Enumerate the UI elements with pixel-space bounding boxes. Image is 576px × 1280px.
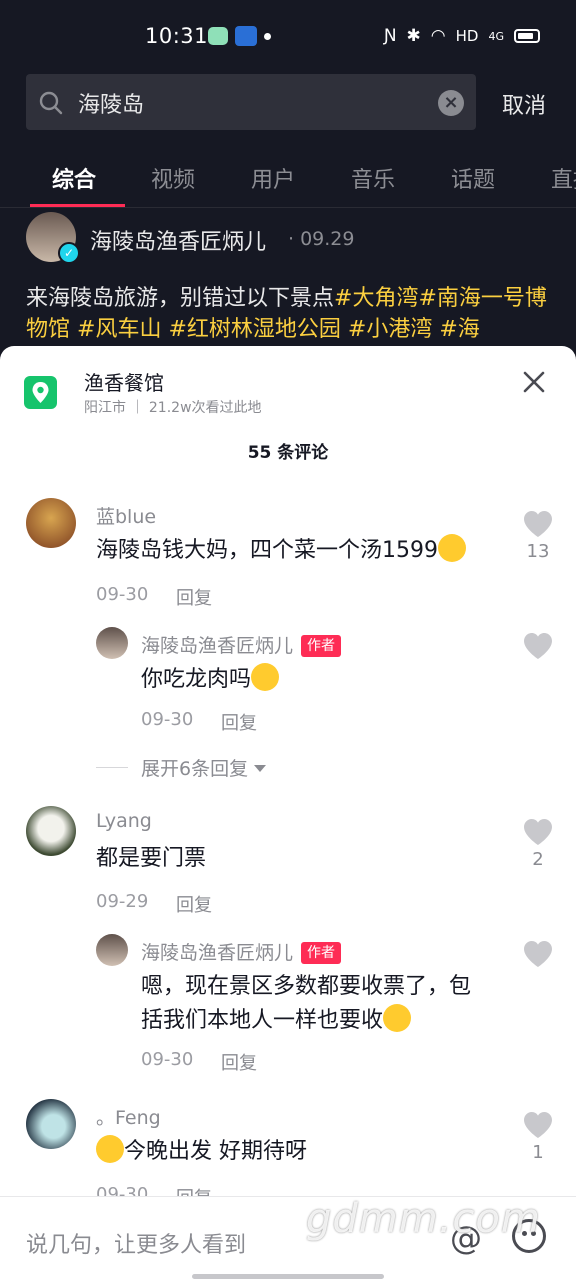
hd-label: HD (455, 27, 479, 45)
like-heart-icon[interactable] (523, 940, 553, 968)
search-query: 海陵岛 (78, 93, 145, 118)
reply-button[interactable]: 回复 (176, 891, 212, 917)
reply-button[interactable]: 回复 (176, 584, 212, 610)
comment-sheet: 渔香餐馆 阳江市 ｜ 21.2w次看过此地 55 条评论 蓝blue 海陵岛钱大… (0, 346, 576, 1280)
tab-music[interactable]: 音乐 (351, 162, 395, 194)
nfc-icon: Ɲ (383, 26, 397, 46)
reply-button[interactable]: 回复 (221, 1049, 257, 1075)
like-count: 13 (526, 541, 550, 562)
verified-icon: ✓ (58, 242, 80, 264)
avatar[interactable]: ✓ (26, 212, 80, 264)
comment-date: 09-30 (96, 584, 149, 605)
divider (96, 767, 128, 768)
author-badge: 作者 (301, 942, 342, 964)
post-caption[interactable]: 来海陵岛旅游，别错过以下景点#大角湾#南海一号博物馆 #风车山 #红树林湿地公园… (26, 283, 552, 345)
comment-text[interactable]: 海陵岛钱大妈，四个菜一个汤1599 (96, 534, 466, 568)
hashtag[interactable]: #大角湾 (334, 286, 418, 311)
location-title[interactable]: 渔香餐馆 (84, 367, 164, 396)
comment-author[interactable]: 。Feng (96, 1103, 161, 1130)
comment-date: 09-29 (96, 891, 149, 912)
tab-videos[interactable]: 视频 (151, 162, 195, 194)
comment-text[interactable]: 你吃龙肉吗 (141, 663, 280, 697)
comment-text[interactable]: 都是要门票 (96, 842, 206, 876)
bluetooth-icon: ✱ (406, 26, 421, 46)
watermark: gdmm.com (306, 1196, 541, 1242)
comment-date: 09-30 (141, 709, 194, 730)
app-notification-icon-2 (235, 26, 257, 46)
like-heart-icon[interactable] (523, 1111, 553, 1139)
hashtag[interactable]: #红树林湿地公园 (168, 317, 340, 342)
comment-author[interactable]: 蓝blue (96, 502, 156, 529)
comment-text[interactable]: 嗯，现在景区多数都要收票了，包 括我们本地人一样也要收 (141, 970, 471, 1038)
tab-users[interactable]: 用户 (251, 162, 295, 194)
comment-author[interactable]: 海陵岛渔香匠炳儿 作者 (141, 631, 342, 658)
cancel-button[interactable]: 取消 (502, 88, 546, 120)
hashtag[interactable]: #小港湾 (348, 317, 432, 342)
location-subtitle: 阳江市 ｜ 21.2w次看过此地 (84, 400, 262, 416)
home-indicator (192, 1274, 384, 1279)
post-date: · 09.29 (288, 228, 355, 250)
post-author[interactable]: 海陵岛渔香匠炳儿 (90, 224, 266, 256)
comment-author[interactable]: 海陵岛渔香匠炳儿 作者 (141, 938, 342, 965)
status-bar: 10:31 Ɲ ✱ ◠ HD 4G (0, 0, 576, 72)
like-heart-icon[interactable] (523, 510, 553, 538)
laugh-cry-emoji-icon (438, 534, 466, 562)
search-icon (39, 91, 63, 115)
avatar[interactable] (26, 806, 76, 856)
tab-live[interactable]: 直播 (551, 162, 576, 194)
comment-input[interactable]: 说几句，让更多人看到 (26, 1227, 246, 1259)
search-tabs: 综合 视频 用户 音乐 话题 直播 (0, 150, 576, 208)
author-badge: 作者 (301, 635, 342, 657)
clear-icon[interactable]: × (438, 90, 464, 116)
comment-date: 09-30 (141, 1049, 194, 1070)
comment-count: 55 条评论 (247, 443, 329, 463)
chevron-down-icon (254, 765, 267, 772)
battery-icon (514, 29, 540, 43)
laugh-cry-emoji-icon (383, 1004, 412, 1032)
like-heart-icon[interactable] (523, 632, 553, 660)
wifi-icon: ◠ (430, 26, 446, 46)
app-notification-icon (208, 27, 228, 45)
avatar[interactable] (96, 627, 128, 659)
like-heart-icon[interactable] (523, 818, 553, 846)
tab-topics[interactable]: 话题 (451, 162, 495, 194)
like-count: 1 (532, 1142, 544, 1163)
avatar[interactable] (26, 498, 76, 548)
reply-button[interactable]: 回复 (221, 709, 257, 735)
pleading-face-emoji-icon (96, 1135, 124, 1163)
expand-replies-button[interactable]: 展开6条回复 (141, 754, 267, 781)
laugh-cry-emoji-icon (251, 663, 280, 691)
comment-author[interactable]: Lyang (96, 810, 152, 832)
avatar[interactable] (96, 934, 128, 966)
location-pin-icon (24, 376, 57, 409)
comment-text[interactable]: 今晚出发 好期待呀 (96, 1135, 307, 1169)
status-time: 10:31 (145, 24, 209, 48)
close-icon[interactable] (520, 368, 548, 396)
tab-comprehensive[interactable]: 综合 (52, 162, 96, 194)
search-input[interactable]: 海陵岛 × (26, 74, 476, 130)
signal-4g-icon: 4G (488, 29, 504, 43)
avatar[interactable] (26, 1099, 76, 1149)
like-count: 2 (532, 849, 544, 870)
more-notifications-dot-icon (264, 33, 271, 40)
hashtag[interactable]: #风车山 (77, 317, 161, 342)
divider (0, 207, 576, 208)
hashtag[interactable]: #海 (439, 317, 479, 342)
